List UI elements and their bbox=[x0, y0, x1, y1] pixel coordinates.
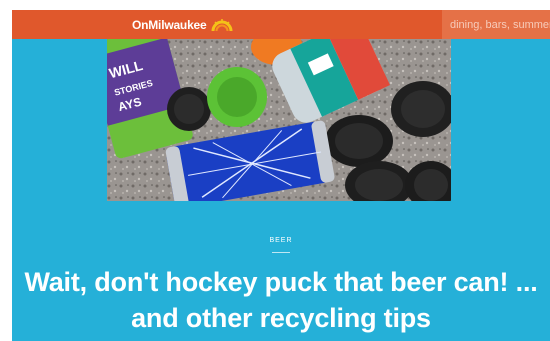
hero-image[interactable]: WILL STORIES AYS bbox=[107, 39, 451, 201]
site-logo-text: OnMilwaukee bbox=[132, 18, 207, 32]
search-input[interactable] bbox=[442, 10, 550, 39]
sunburst-icon bbox=[211, 19, 232, 32]
article-headline: Wait, don't hockey puck that beer can! .… bbox=[24, 267, 538, 333]
category-divider bbox=[272, 252, 290, 253]
site-logo-link[interactable]: OnMilwaukee bbox=[132, 17, 233, 33]
top-nav-bar: OnMilwaukee bbox=[12, 10, 550, 39]
beer-cans-and-pucks-photo: WILL STORIES AYS bbox=[107, 39, 451, 201]
page-frame: OnMilwaukee dining, bars, summer... WILL… bbox=[12, 10, 550, 341]
article-category[interactable]: BEER bbox=[12, 237, 550, 244]
